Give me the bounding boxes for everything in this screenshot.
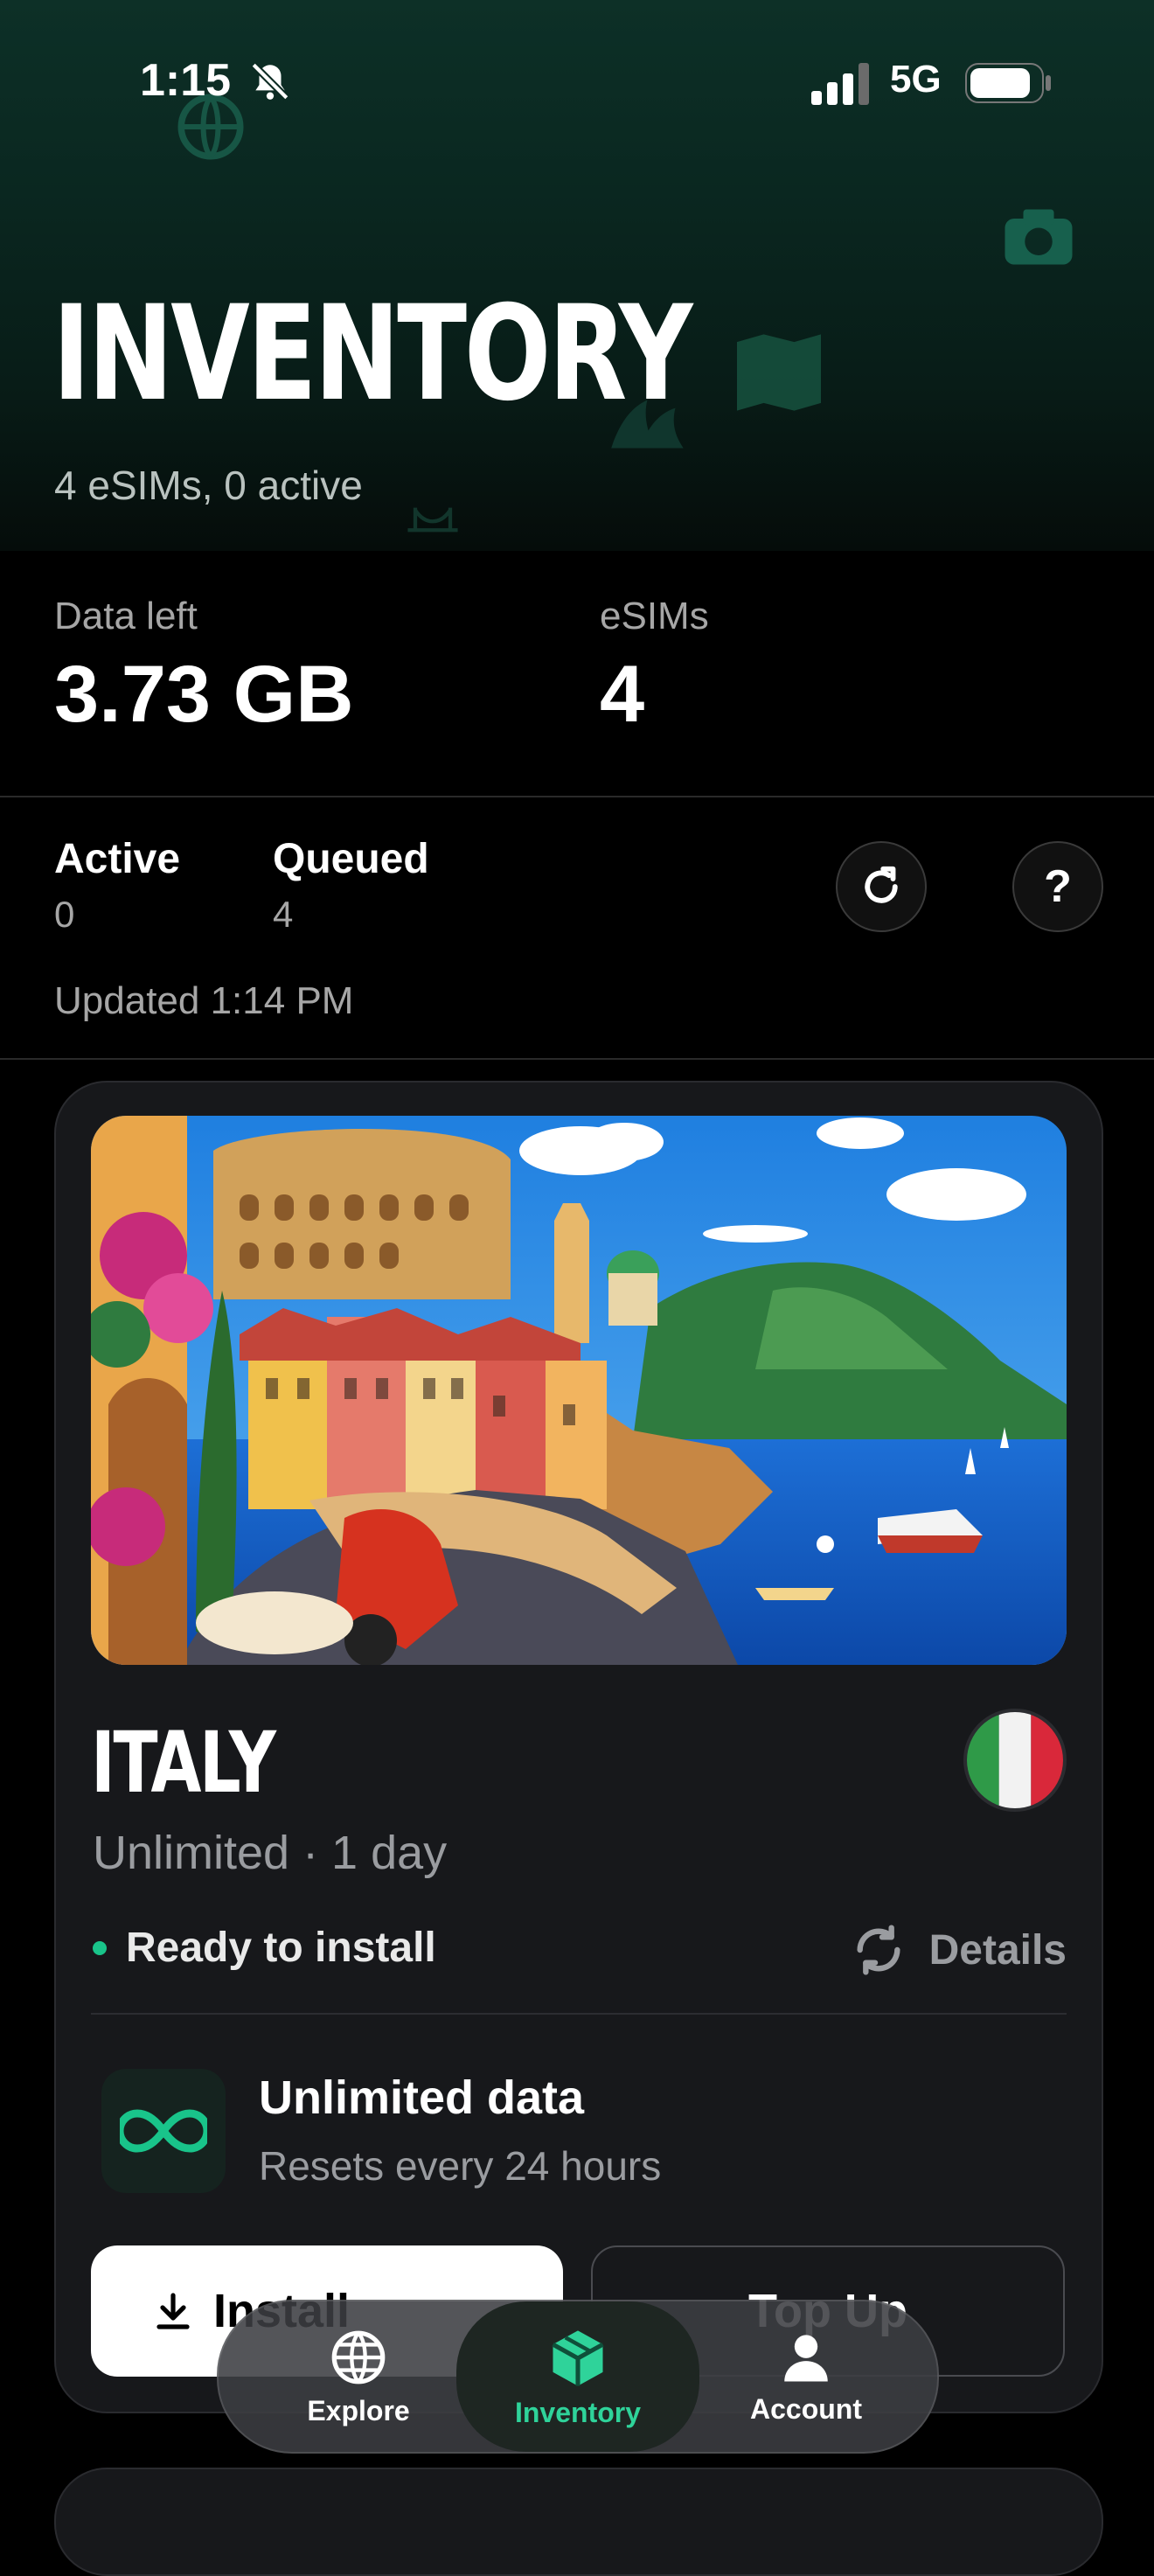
cellular-signal-icon — [811, 63, 869, 105]
tab-account-label: Account — [750, 2392, 862, 2425]
person-icon — [784, 2334, 828, 2381]
italy-flag-icon — [963, 1709, 1067, 1812]
page-subtitle: 4 eSIMs, 0 active — [54, 463, 363, 508]
bell-muted-icon — [251, 62, 289, 101]
globe-icon — [331, 2330, 386, 2384]
box-icon — [552, 2329, 604, 2386]
battery-icon — [965, 63, 1051, 103]
header: 1:15 5G INVENTORY 4 eSIMs, 0 active — [0, 0, 1154, 551]
bridge-icon — [407, 507, 458, 533]
download-icon — [156, 2293, 190, 2329]
tab-account[interactable]: Account — [701, 2301, 911, 2452]
tab-explore-label: Explore — [307, 2394, 410, 2426]
camera-icon — [1005, 209, 1073, 265]
help-button[interactable]: ? — [1012, 841, 1103, 932]
tab-explore[interactable]: Explore — [254, 2301, 463, 2452]
data-left-value: 3.73 GB — [54, 650, 354, 739]
refresh-button[interactable] — [836, 841, 927, 932]
updated-timestamp: Updated 1:14 PM — [54, 979, 354, 1022]
active-label: Active — [54, 836, 181, 882]
install-status: Ready to install — [93, 1924, 436, 1972]
map-icon — [737, 334, 821, 411]
active-value: 0 — [54, 894, 75, 935]
esims-value: 4 — [600, 650, 645, 739]
esim-card[interactable]: ITALY Unlimited · 1 day Ready to install… — [54, 1081, 1103, 2413]
refresh-icon — [865, 866, 898, 903]
card-divider — [91, 2013, 1067, 2015]
esims-label: eSIMs — [600, 595, 709, 637]
esim-card-next[interactable] — [54, 2468, 1103, 2576]
feature-title: Unlimited data — [259, 2071, 585, 2124]
tab-inventory[interactable]: Inventory — [456, 2301, 699, 2452]
tab-inventory-label: Inventory — [514, 2396, 642, 2428]
status-dot — [93, 1940, 107, 1955]
sync-icon — [857, 1925, 900, 1975]
feature-subtitle: Resets every 24 hours — [259, 2143, 662, 2189]
status-time: 1:15 — [140, 55, 232, 106]
status-text: Ready to install — [126, 1925, 436, 1971]
details-button[interactable]: Details — [851, 1922, 1067, 1978]
country-name: ITALY — [91, 1714, 276, 1812]
infinity-icon — [120, 2109, 207, 2153]
plan-description: Unlimited · 1 day — [93, 1827, 448, 1879]
tab-bar: Explore Inventory Account — [217, 2300, 939, 2454]
italy-hero-image — [91, 1116, 1067, 1665]
divider — [0, 1058, 1154, 1060]
page-title: INVENTORY — [52, 278, 693, 430]
queued-value: 4 — [273, 894, 294, 935]
data-left-label: Data left — [54, 595, 198, 637]
details-label: Details — [928, 1926, 1067, 1974]
question-mark-icon: ? — [1044, 861, 1072, 912]
divider — [0, 796, 1154, 797]
queued-label: Queued — [273, 836, 429, 882]
unlimited-feature-badge — [101, 2069, 226, 2193]
network-type: 5G — [890, 58, 942, 101]
